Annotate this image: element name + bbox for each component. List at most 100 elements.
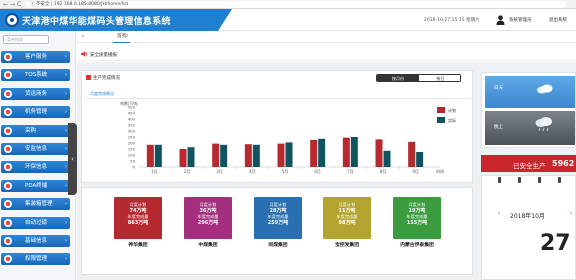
sidebar-collapse-handle[interactable]: ‹	[68, 123, 77, 195]
sidebar-item[interactable]: TOS系统 ›	[1, 69, 70, 82]
client-card[interactable]: 月度计划 28万吨 年度完成量 259万吨	[254, 197, 302, 239]
sidebar-item[interactable]: 自动过磅 ›	[1, 216, 70, 229]
chart-title-icon	[86, 75, 91, 80]
bar-plan	[408, 141, 416, 167]
back-icon[interactable]: ←	[3, 1, 8, 8]
x-tick-label: 4月	[249, 169, 256, 174]
chevron-right-icon: ›	[65, 72, 67, 79]
safety-days-value: 5962	[552, 159, 575, 168]
sidebar-item-label: 环保信息	[25, 164, 48, 171]
client-card[interactable]: 月度计划 74万吨 年度完成量 863万吨	[114, 197, 162, 239]
app-header: 天津港中煤华能煤码头管理信息系统 2018-10-27 15:15 星期六 系统…	[0, 9, 576, 31]
client-name: 宝控发集团	[335, 243, 359, 248]
menu-item-icon	[4, 108, 12, 117]
sidebar-item[interactable]: 安监信息 ›	[1, 143, 70, 155]
toggle-by-day[interactable]: 按日	[419, 75, 460, 81]
x-tick-label: 8月	[380, 169, 387, 174]
legend-label: 计划	[448, 107, 456, 113]
bar-plan	[277, 143, 285, 167]
legend-swatch	[437, 107, 445, 113]
tab-settings-icon[interactable]: ⚙	[124, 33, 128, 39]
bar-actual	[154, 144, 162, 167]
sidebar-item-label: 基础信息	[25, 238, 48, 244]
sidebar-item-label: 客户服务	[25, 54, 48, 60]
bar-actual	[350, 137, 358, 167]
user-name[interactable]: 系统管理员	[509, 17, 532, 23]
sidebar-item[interactable]: 采购 ›	[1, 124, 70, 137]
current-datetime: 2018-10-27 15:15 星期六	[424, 18, 480, 23]
menu-item-icon	[4, 218, 12, 227]
logout-link[interactable]: 退出系统	[549, 17, 567, 23]
sidebar-item[interactable]: 货运商务 ›	[1, 87, 70, 100]
card-done-value: 296万吨	[197, 219, 219, 226]
menu-item-icon	[4, 237, 12, 245]
weather-day-label: 白天	[494, 86, 503, 91]
sidebar-item[interactable]: PDA终端 ›	[1, 179, 70, 192]
client-card[interactable]: 月度计划 36万吨 年度完成量 296万吨	[184, 197, 232, 239]
tab-bar: « 首页 ⚙	[77, 31, 576, 43]
card-done-value: 863万吨	[127, 219, 149, 226]
sidebar-item-label: 权限管理	[25, 256, 48, 263]
production-chart-panel: 生产完成情况 按月份 按日 月度完成情况 吨数/万吨 0 50 100 150 200 25…	[81, 70, 473, 183]
title-banner: 天津港中煤华能煤码头管理信息系统	[0, 9, 232, 31]
bar-plan	[375, 139, 383, 167]
menu-item-icon	[4, 200, 12, 209]
reload-icon[interactable]: C	[17, 1, 21, 8]
bar-actual	[285, 142, 293, 167]
chart-panel-title-text: 生产完成情况	[93, 76, 120, 81]
calendar-prev-icon[interactable]: ‹	[498, 210, 500, 217]
calendar-next-icon[interactable]: ›	[570, 210, 572, 217]
sidebar-item[interactable]: 客户服务 ›	[1, 51, 70, 63]
chevron-right-icon: ›	[65, 109, 67, 116]
chevron-right-icon: ›	[65, 164, 67, 171]
sidebar-item[interactable]: 环保信息 ›	[1, 161, 70, 174]
menu-item-icon	[4, 53, 12, 61]
notice-bar: 安全质量播报	[77, 47, 576, 61]
logo-icon	[5, 13, 19, 27]
sidebar-item-label: 集装箱管理	[25, 201, 53, 208]
menu-item-icon	[4, 163, 12, 172]
card-done-value: 98万吨	[338, 219, 356, 226]
sidebar-item-label: PDA终端	[25, 182, 48, 189]
x-tick-label: 6月	[314, 169, 321, 174]
y-tick-label: 250	[128, 135, 136, 140]
x-tick-label: 2月	[184, 169, 191, 174]
sidebar-item-label: 机务管理	[25, 109, 48, 116]
menu-item-icon	[4, 126, 12, 135]
sidebar-item[interactable]: 集装箱管理 ›	[1, 198, 70, 211]
address-bar[interactable]: ⓘ 不安全 | 192.168.0.185:8080/JH/home/list	[26, 1, 566, 8]
chevron-right-icon: ›	[65, 238, 67, 244]
bar-plan	[244, 144, 252, 167]
y-tick-label: 50	[130, 159, 135, 164]
bar-actual	[383, 150, 391, 167]
x-axis-label: 时间	[436, 168, 444, 174]
y-tick-label: 450	[128, 111, 136, 116]
tab-scroll-left-icon[interactable]: «	[81, 33, 85, 40]
bar-plan	[212, 143, 220, 167]
client-name: 同煤集团	[268, 243, 288, 248]
weather-day-panel	[485, 76, 575, 108]
y-tick-label: 200	[128, 141, 136, 146]
sidebar-item-label: 自动过磅	[25, 219, 48, 226]
sidebar-item-label: 货运商务	[25, 90, 48, 97]
x-tick-label: 5月	[282, 169, 289, 174]
sidebar-item[interactable]: 基础信息 ›	[1, 235, 70, 247]
sidebar-item[interactable]: 权限管理 ›	[1, 253, 70, 266]
y-tick-label: 150	[128, 147, 136, 152]
weather-widget: 白天 晚上	[481, 72, 576, 148]
x-tick-label: 7月	[347, 169, 354, 174]
card-done-value: 259万吨	[267, 219, 289, 226]
calendar-month: 2018年10月	[510, 213, 545, 220]
toggle-by-month[interactable]: 按月份	[377, 75, 419, 81]
bar-chart: 吨数/万吨0501001502002503003504004505001月 2月 3…	[120, 100, 456, 174]
x-tick-label: 1月	[151, 169, 158, 174]
forward-icon[interactable]: →	[10, 1, 15, 8]
menu-search-input[interactable]: 菜单搜索	[3, 35, 49, 44]
client-card[interactable]: 月度计划 19万吨 年度完成量 155万吨	[393, 197, 441, 239]
sidebar-item[interactable]: 机务管理 ›	[1, 106, 70, 119]
client-card[interactable]: 月度计划 11万吨 年度完成量 98万吨	[323, 197, 371, 239]
legend-swatch	[437, 117, 445, 123]
y-tick-label: 300	[128, 129, 136, 134]
bar-actual	[252, 144, 260, 167]
user-icon	[496, 15, 505, 25]
